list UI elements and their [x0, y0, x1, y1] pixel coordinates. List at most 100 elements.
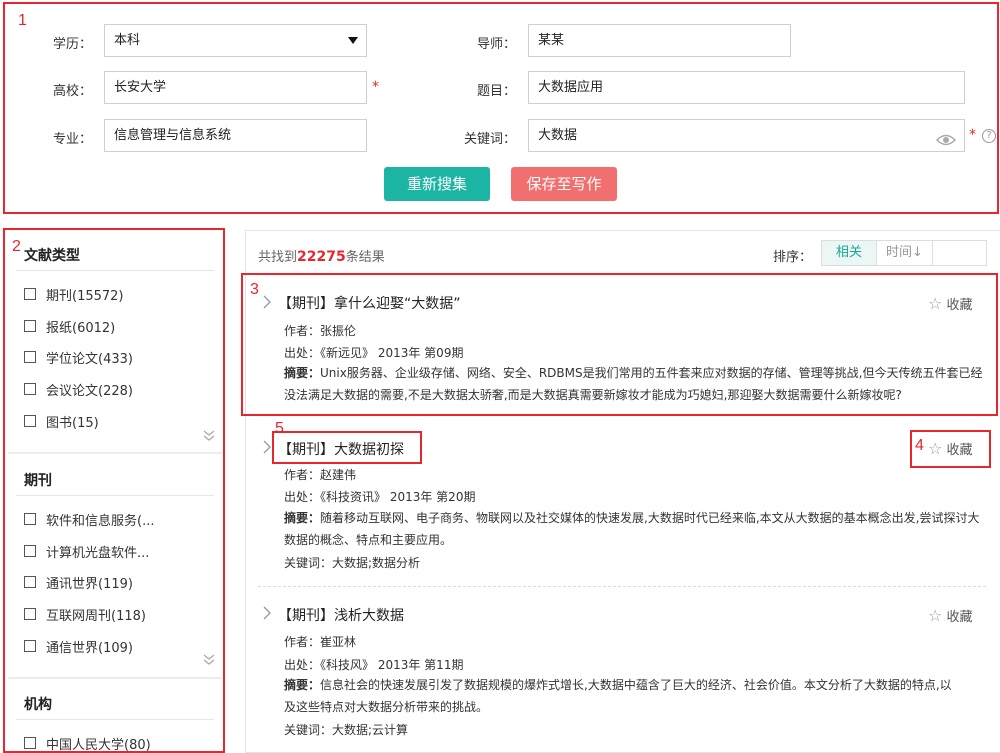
filter-checkbox[interactable] [24, 608, 36, 620]
annotation-label-4: 4 [915, 437, 924, 454]
save-to-writing-button[interactable]: 保存至写作 [511, 167, 617, 201]
result-author: 作者：崔亚林 [284, 633, 356, 650]
filter-item-label[interactable]: 通信世界(109) [46, 637, 133, 656]
favorite-button[interactable]: ☆ 收藏 [928, 606, 973, 625]
result-title[interactable]: 【期刊】浅析大数据 [278, 605, 404, 625]
help-mark: ? [986, 130, 992, 141]
sort-label: 排序： [773, 250, 813, 265]
favorite-button[interactable]: ☆ 收藏 [928, 439, 973, 458]
filter-item-label[interactable]: 会议论文(228) [46, 380, 133, 399]
filter-item-label[interactable]: 中国人民大学(80) [46, 734, 151, 753]
keyword-value: 大数据 [538, 128, 578, 143]
help-icon[interactable]: ? [982, 129, 996, 143]
abstract-line: 没法满足大数据的需要,不是大数据太骄奢,而是大数据真需要新嫁妆才能成为巧媳妇,那… [284, 388, 902, 402]
education-value: 本科 [114, 33, 141, 48]
eye-icon[interactable] [935, 128, 957, 159]
result-abstract: 摘要：信息社会的快速发展引发了数据规模的爆炸式增长,大数据中蕴含了巨大的经济、社… [284, 674, 990, 718]
source-value: 《科技资讯》 2013年 第20期 [320, 490, 476, 504]
filter-checkbox[interactable] [24, 351, 36, 363]
result-keywords: 关键词：大数据;数据分析 [284, 554, 420, 571]
source-label: 出处： [284, 658, 321, 672]
research-button[interactable]: 重新搜集 [384, 167, 490, 201]
section-divider [16, 495, 214, 496]
star-icon: ☆ [928, 294, 943, 313]
filter-checkbox[interactable] [24, 576, 36, 588]
expand-arrow-icon[interactable] [263, 440, 271, 454]
topic-label: 题目： [476, 84, 516, 99]
result-divider [258, 586, 986, 587]
annotation-label-3: 3 [250, 281, 259, 298]
keywords-label: 关键词： [284, 723, 333, 737]
major-field[interactable]: 信息管理与信息系统 [104, 119, 367, 152]
result-keywords: 关键词：大数据;云计算 [284, 721, 408, 738]
filter-item-label[interactable]: 通讯世界(119) [46, 573, 133, 592]
sort-option-time[interactable]: 时间↓ [877, 241, 933, 265]
advisor-label: 导师： [476, 37, 516, 52]
filter-item-label[interactable]: 软件和信息服务(... [46, 510, 154, 529]
result-title[interactable]: 【期刊】拿什么迎娶“大数据” [278, 293, 461, 313]
abstract-label: 摘要： [284, 511, 321, 525]
abstract-label: 摘要： [284, 366, 321, 380]
keywords-value: 大数据;数据分析 [332, 556, 421, 570]
filter-checkbox[interactable] [24, 383, 36, 395]
filter-item-label[interactable]: 学位论文(433) [46, 348, 133, 367]
section-separator [8, 677, 222, 679]
expand-chevron-icon[interactable] [203, 430, 215, 442]
filter-checkbox[interactable] [24, 320, 36, 332]
school-field[interactable]: 长安大学 [104, 71, 367, 104]
result-title[interactable]: 【期刊】大数据初探 [278, 439, 404, 459]
filter-item-label[interactable]: 图书(15) [46, 412, 99, 431]
source-value: 《科技风》 2013年 第11期 [320, 658, 464, 672]
filter-checkbox[interactable] [24, 288, 36, 300]
sort-option-relevance[interactable]: 相关 [822, 241, 877, 265]
topic-field[interactable]: 大数据应用 [528, 71, 965, 104]
school-required-mark: * [372, 79, 379, 95]
filter-section-title-doc-type: 文献类型 [24, 248, 80, 264]
result-source: 出处：《科技风》 2013年 第11期 [284, 656, 463, 673]
star-icon: ☆ [928, 606, 943, 625]
keywords-label: 关键词： [284, 556, 333, 570]
annotation-label-1: 1 [18, 12, 27, 29]
abstract-line: Unix服务器、企业级存储、网络、安全、RDBMS是我们常用的五件套来应对数据的… [320, 366, 983, 380]
expand-arrow-icon[interactable] [263, 295, 271, 309]
author-value: 崔亚林 [320, 635, 357, 649]
abstract-line: 随着移动互联网、电子商务、物联网以及社交媒体的快速发展,大数据时代已经来临,本文… [320, 511, 980, 525]
education-select[interactable]: 本科 [104, 24, 367, 57]
keyword-required-mark: * [969, 127, 976, 143]
keyword-field[interactable]: 大数据 [528, 119, 965, 152]
favorite-button[interactable]: ☆ 收藏 [928, 294, 973, 313]
expand-arrow-icon[interactable] [263, 606, 271, 620]
abstract-line: 数据的概念、特点和主要应用。 [284, 533, 453, 547]
favorite-label: 收藏 [946, 298, 973, 313]
result-count-number: 22275 [297, 249, 346, 265]
filter-checkbox[interactable] [24, 545, 36, 557]
author-label: 作者： [284, 468, 321, 482]
abstract-line: 信息社会的快速发展引发了数据规模的爆炸式增长,大数据中蕴含了巨大的经济、社会价值… [320, 678, 952, 692]
abstract-label: 摘要： [284, 678, 321, 692]
annotation-label-5: 5 [275, 420, 284, 437]
source-label: 出处： [284, 490, 321, 504]
dropdown-arrow-icon [348, 37, 358, 44]
expand-chevron-icon[interactable] [203, 654, 215, 666]
star-icon: ☆ [928, 439, 943, 458]
author-label: 作者： [284, 324, 321, 338]
source-value: 《新远见》 2013年 第09期 [320, 346, 464, 360]
section-separator [8, 452, 222, 454]
filter-item-label[interactable]: 报纸(6012) [46, 317, 115, 336]
filter-checkbox[interactable] [24, 640, 36, 652]
filter-checkbox[interactable] [24, 737, 36, 749]
filter-checkbox[interactable] [24, 513, 36, 525]
filter-section-title-institution: 机构 [24, 697, 52, 713]
filter-item-label[interactable]: 互联网周刊(118) [46, 605, 146, 624]
filter-item-label[interactable]: 期刊(15572) [46, 285, 124, 304]
advisor-field[interactable]: 某某 [528, 24, 791, 57]
filter-item-label[interactable]: 计算机光盘软件... [46, 542, 149, 561]
filter-checkbox[interactable] [24, 415, 36, 427]
source-label: 出处： [284, 346, 321, 360]
filter-section-title-journal: 期刊 [24, 473, 52, 489]
annotation-box-2 [3, 228, 225, 753]
author-label: 作者： [284, 635, 321, 649]
section-divider [16, 270, 214, 271]
result-author: 作者：张振伦 [284, 322, 356, 339]
annotation-label-2: 2 [12, 238, 21, 255]
